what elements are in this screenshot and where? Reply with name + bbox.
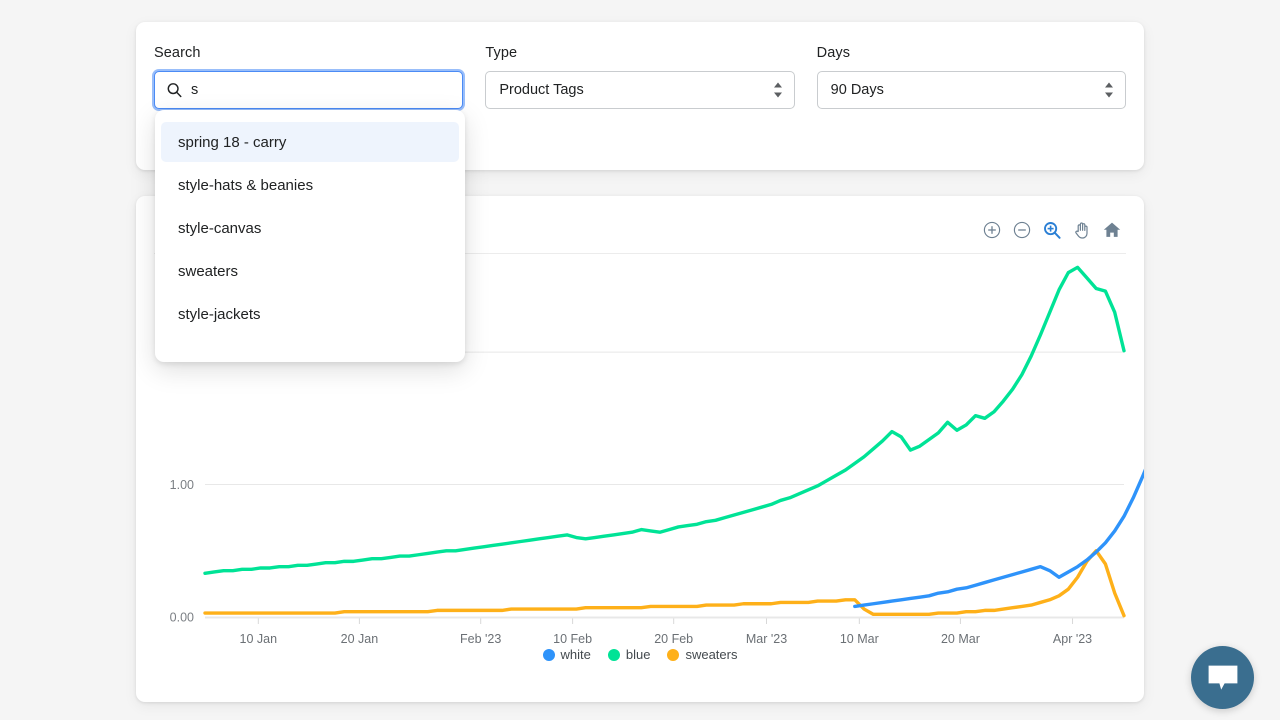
- filter-bar: Search Type Product Tags: [154, 44, 1126, 109]
- x-axis-tick-label: 10 Feb: [553, 632, 592, 646]
- x-axis-tick-label: 20 Jan: [341, 632, 379, 646]
- legend-label: sweaters: [685, 647, 738, 662]
- type-select-wrapper[interactable]: Product Tags: [485, 71, 795, 109]
- legend-item[interactable]: white: [542, 647, 591, 662]
- x-axis-tick-label: 10 Jan: [240, 632, 278, 646]
- days-select[interactable]: 90 Days: [816, 71, 1126, 109]
- suggestion-item[interactable]: style-hats & beanies: [161, 165, 459, 205]
- x-axis-tick-label: 20 Feb: [654, 632, 693, 646]
- chart-legend: white blue sweaters: [136, 647, 1144, 662]
- days-label: Days: [816, 45, 851, 61]
- suggestion-item[interactable]: sweaters: [161, 251, 459, 291]
- legend-swatch-icon: [607, 648, 620, 661]
- y-axis-tick-label: 0.00: [170, 611, 194, 625]
- legend-label: blue: [625, 647, 651, 662]
- legend-label: white: [560, 647, 591, 662]
- legend-item[interactable]: sweaters: [667, 647, 737, 662]
- legend-swatch-icon: [667, 648, 680, 661]
- x-axis-tick-label: Feb '23: [460, 632, 501, 646]
- x-axis-tick-label: 20 Mar: [941, 632, 980, 646]
- chat-bubble-icon: [1208, 665, 1237, 690]
- x-axis-tick-label: 10 Mar: [840, 632, 879, 646]
- search-input[interactable]: [155, 72, 463, 108]
- type-select[interactable]: Product Tags: [485, 71, 795, 109]
- x-axis-tick-label: Apr '23: [1053, 632, 1092, 646]
- series-line-white[interactable]: [853, 352, 1144, 609]
- suggestion-item[interactable]: spring 18 - carry: [161, 122, 459, 162]
- legend-item[interactable]: blue: [607, 647, 651, 662]
- search-suggestions-dropdown[interactable]: spring 18 - carry style-hats & beanies sty…: [155, 110, 465, 362]
- suggestion-item[interactable]: style-jackets: [161, 294, 459, 334]
- legend-swatch-icon: [542, 648, 555, 661]
- type-label: Type: [485, 45, 518, 61]
- y-axis-tick-label: 1.00: [170, 478, 194, 492]
- x-axis-tick-label: Mar '23: [746, 632, 787, 646]
- app-root: Search Type Product Tags: [0, 0, 1280, 720]
- days-select-wrapper[interactable]: 90 Days: [816, 71, 1126, 109]
- search-field-group: Search: [154, 44, 464, 109]
- search-label: Search: [154, 45, 201, 61]
- type-field-group: Type Product Tags: [485, 44, 795, 109]
- chat-widget-button[interactable]: [1191, 646, 1254, 709]
- days-field-group: Days 90 Days: [816, 44, 1126, 109]
- suggestion-item[interactable]: style-canvas: [161, 208, 459, 248]
- search-input-wrapper[interactable]: [154, 71, 464, 109]
